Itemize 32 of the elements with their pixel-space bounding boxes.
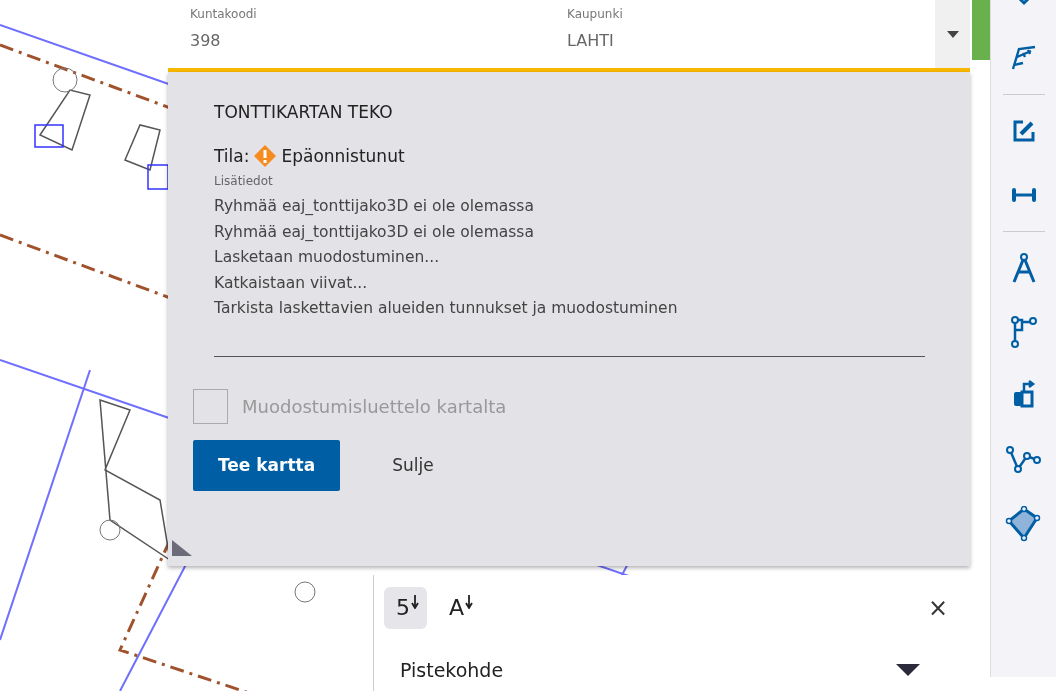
polygon-icon[interactable] xyxy=(1004,506,1043,542)
log-message: Lasketaan muodostuminen... xyxy=(214,247,440,268)
field-value[interactable]: LAHTI xyxy=(567,31,614,50)
measure-icon[interactable] xyxy=(1010,188,1037,202)
caret-icon xyxy=(946,30,959,38)
status-value: Epäonnistunut xyxy=(281,146,405,166)
arrow-down-icon xyxy=(465,595,474,609)
caret-icon xyxy=(896,664,920,676)
create-map-button[interactable]: Tee kartta xyxy=(193,439,341,491)
angle-icon[interactable] xyxy=(1010,45,1037,71)
close-button[interactable]: Sulje xyxy=(374,439,452,491)
log-message: Ryhmää eaj_tonttijako3D ei ole olemassa xyxy=(214,221,534,243)
field-label: Kaupunki xyxy=(567,7,623,21)
arrow-down-icon xyxy=(411,595,419,609)
warning-icon xyxy=(253,144,278,168)
field-label: Pistekohde xyxy=(400,659,504,681)
details-label: Lisätiedot xyxy=(214,174,273,188)
log-message: Ryhmää eaj_tonttijako3D ei ole olemassa xyxy=(214,196,534,217)
field-value[interactable]: 398 xyxy=(190,31,221,50)
status-label: Tila: xyxy=(214,146,250,166)
compass-icon[interactable] xyxy=(1010,252,1037,284)
dialog-title: TONTTIKARTAN TEKO xyxy=(214,102,393,122)
branch-icon[interactable] xyxy=(1009,316,1038,348)
field-label: Kuntakoodi xyxy=(190,7,257,21)
alphabetic-sort-button[interactable]: A xyxy=(437,587,482,629)
numeric-sort-button[interactable]: 5 xyxy=(384,587,427,629)
log-message: Katkaistaan viivat... xyxy=(214,272,368,294)
resize-handle-icon[interactable] xyxy=(172,540,192,556)
log-message: Tarkista laskettavien alueiden tunnukset ja muodostuminen xyxy=(214,298,678,319)
polyline-icon[interactable] xyxy=(1005,446,1042,474)
checkbox-label: Muodostumisluettelo kartalta xyxy=(242,395,507,417)
close-button[interactable]: × xyxy=(923,594,952,622)
